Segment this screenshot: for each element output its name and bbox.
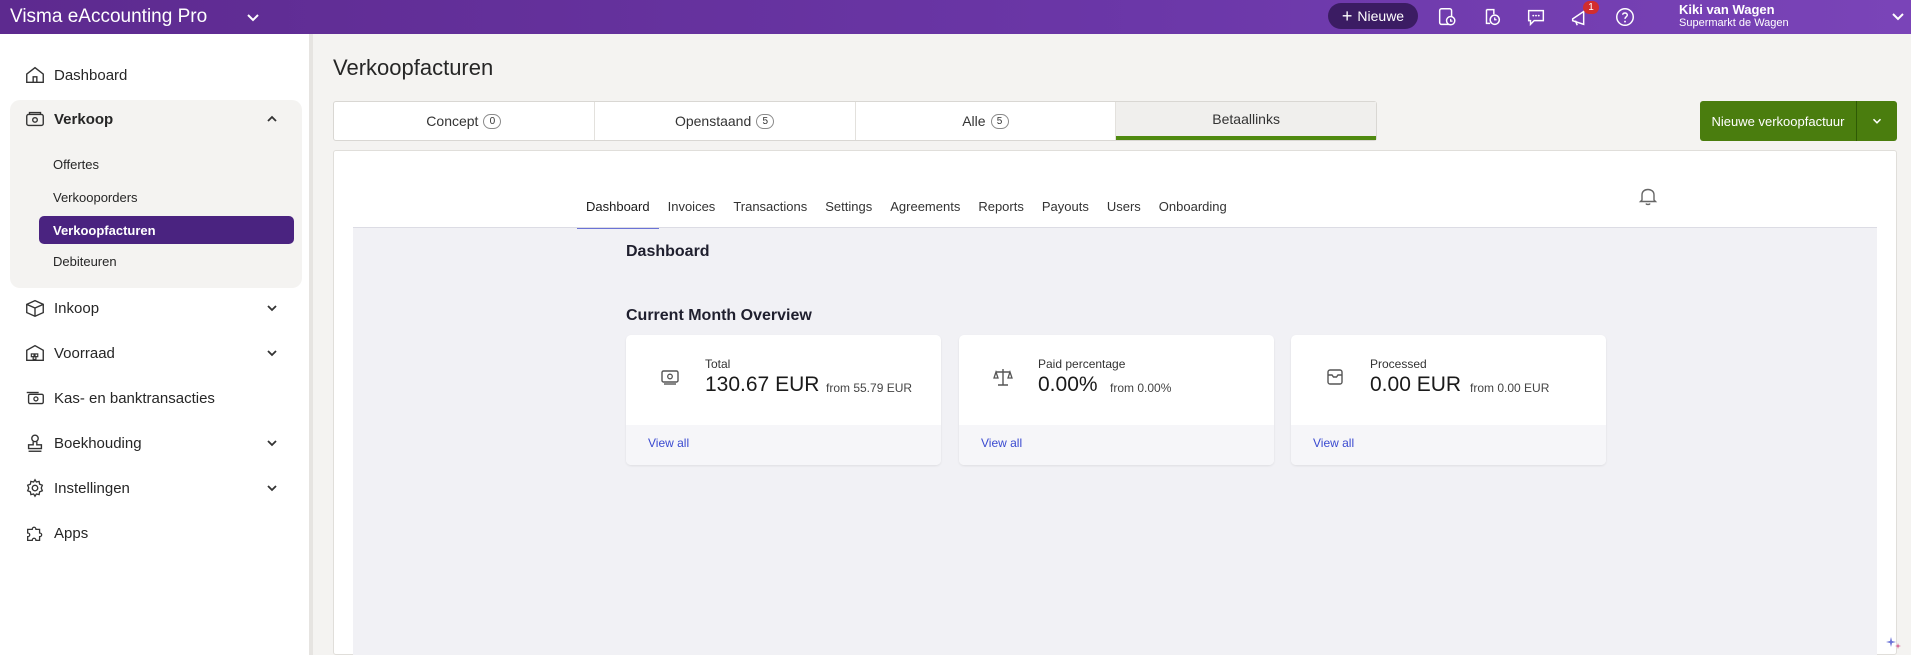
subnav-agreements[interactable]: Agreements (881, 184, 969, 228)
sidebar-item-kas-banktransacties[interactable]: Kas- en banktransacties (22, 384, 290, 412)
sidebar-item-instellingen[interactable]: Instellingen (22, 474, 290, 502)
sidebar-item-label: Kas- en banktransacties (54, 389, 215, 407)
view-all-link[interactable]: View all (981, 436, 1022, 450)
metric-from: from 0.00% (1110, 381, 1172, 395)
cash-icon (661, 370, 679, 385)
dashboard-title: Dashboard (626, 243, 710, 260)
tab-count-badge: 5 (990, 113, 1009, 129)
metric-label: Paid percentage (1038, 357, 1126, 371)
new-button[interactable]: + Nieuwe (1328, 3, 1418, 29)
user-company[interactable]: Supermarkt de Wagen (1679, 17, 1789, 29)
tab-alle[interactable]: Alle 5 (856, 102, 1117, 140)
subnav-payouts[interactable]: Payouts (1033, 184, 1098, 228)
sidebar-item-label: Dashboard (54, 66, 128, 84)
metric-card-total: Total 130.67 EUR from 55.79 EUR View all (626, 335, 941, 465)
subnav-divider (353, 227, 1877, 228)
cash-register-icon (22, 106, 48, 132)
status-tabs: Concept 0 Openstaand 5 Alle 5 Betaallink… (333, 101, 1377, 141)
sidebar-item-label: Instellingen (54, 479, 130, 497)
sidebar-item-label: Apps (54, 524, 89, 542)
chevron-down-icon[interactable] (264, 480, 280, 496)
sidebar-subitem-verkoopfacturen[interactable]: Verkoopfacturen (39, 216, 294, 244)
top-bar: Visma eAccounting Pro + Nieuwe 1 Kiki va… (0, 0, 1911, 34)
tab-count-badge: 0 (483, 113, 502, 129)
subnav-settings[interactable]: Settings (816, 184, 881, 228)
overview-title: Current Month Overview (626, 307, 812, 324)
sidebar-item-verkoop[interactable]: Verkoop (22, 105, 290, 133)
gear-icon (22, 475, 48, 501)
chevron-down-icon[interactable] (264, 300, 280, 316)
sidebar-item-label: Voorraad (54, 344, 115, 362)
app-title[interactable]: Visma eAccounting Pro (10, 6, 207, 28)
sidebar-subitem-debiteuren[interactable]: Debiteuren (53, 254, 117, 269)
stamp-icon (22, 430, 48, 456)
sidebar-item-dashboard[interactable]: Dashboard (22, 61, 290, 89)
chat-icon[interactable] (1523, 4, 1549, 30)
tab-label: Betaallinks (1212, 111, 1280, 127)
sidebar-item-label: Boekhouding (54, 434, 142, 452)
chevron-up-icon[interactable] (264, 111, 280, 127)
help-icon[interactable] (1612, 4, 1638, 30)
notification-badge: 1 (1583, 1, 1599, 14)
box-icon (22, 295, 48, 321)
payments-subnav: Dashboard Invoices Transactions Settings… (577, 184, 1236, 229)
chevron-down-icon[interactable] (1889, 7, 1907, 25)
sidebar-item-label: Verkoop (54, 110, 114, 128)
metric-label: Total (705, 357, 731, 371)
plus-icon: + (1341, 6, 1353, 26)
bell-icon[interactable] (1637, 185, 1659, 207)
sparkle-icon[interactable] (1885, 634, 1903, 652)
view-all-link[interactable]: View all (1313, 436, 1354, 450)
tab-label: Concept (426, 113, 479, 129)
metric-from: from 0.00 EUR (1470, 381, 1550, 395)
puzzle-icon (22, 520, 48, 546)
sidebar: Dashboard Verkoop Offertes Verkooporders… (0, 34, 313, 655)
sidebar-subitem-verkooporders[interactable]: Verkooporders (53, 190, 138, 205)
sidebar-item-apps[interactable]: Apps (22, 519, 290, 547)
subnav-onboarding[interactable]: Onboarding (1150, 184, 1236, 228)
subnav-transactions[interactable]: Transactions (724, 184, 816, 228)
warehouse-icon (22, 340, 48, 366)
history-icon[interactable] (1479, 4, 1505, 30)
metric-value: 0.00% (1038, 373, 1098, 396)
subnav-invoices[interactable]: Invoices (659, 184, 725, 228)
metric-label: Processed (1370, 357, 1427, 371)
tab-label: Openstaand (674, 113, 752, 129)
tab-count-badge: 5 (756, 113, 775, 129)
tab-openstaand[interactable]: Openstaand 5 (595, 102, 856, 140)
chevron-down-icon[interactable] (264, 345, 280, 361)
scale-icon (993, 369, 1013, 386)
subnav-dashboard[interactable]: Dashboard (577, 184, 659, 229)
page-title: Verkoopfacturen (333, 55, 494, 80)
metric-from: from 55.79 EUR (826, 381, 913, 395)
sidebar-item-boekhouding[interactable]: Boekhouding (22, 429, 290, 457)
metric-value: 130.67 EUR (705, 373, 820, 396)
money-transfer-icon (22, 385, 48, 411)
metric-card-processed: Processed 0.00 EUR from 0.00 EUR View al… (1291, 335, 1606, 465)
new-invoice-button[interactable]: Nieuwe verkoopfactuur (1700, 101, 1857, 141)
new-invoice-split-button: Nieuwe verkoopfactuur (1700, 101, 1897, 141)
view-all-link[interactable]: View all (648, 436, 689, 450)
sidebar-subitem-offertes[interactable]: Offertes (53, 157, 99, 172)
new-button-label: Nieuwe (1357, 8, 1405, 24)
invoice-clock-icon[interactable] (1434, 4, 1460, 30)
subnav-reports[interactable]: Reports (969, 184, 1033, 228)
inbox-icon (1327, 369, 1343, 385)
user-name[interactable]: Kiki van Wagen (1679, 2, 1775, 17)
sidebar-item-inkoop[interactable]: Inkoop (22, 294, 290, 322)
subnav-users[interactable]: Users (1098, 184, 1150, 228)
metric-card-paid-percentage: Paid percentage 0.00% from 0.00% View al… (959, 335, 1274, 465)
chevron-down-icon[interactable] (264, 435, 280, 451)
sidebar-item-label: Inkoop (54, 299, 100, 317)
chevron-down-icon[interactable] (244, 8, 262, 26)
sidebar-item-voorraad[interactable]: Voorraad (22, 339, 290, 367)
new-invoice-dropdown-toggle[interactable] (1857, 101, 1897, 141)
metric-value: 0.00 EUR (1370, 373, 1462, 396)
tab-betaallinks[interactable]: Betaallinks (1116, 102, 1376, 140)
chevron-down-icon (1872, 118, 1882, 124)
home-icon (22, 62, 48, 88)
tab-concept[interactable]: Concept 0 (334, 102, 595, 140)
tab-label: Alle (962, 113, 986, 129)
